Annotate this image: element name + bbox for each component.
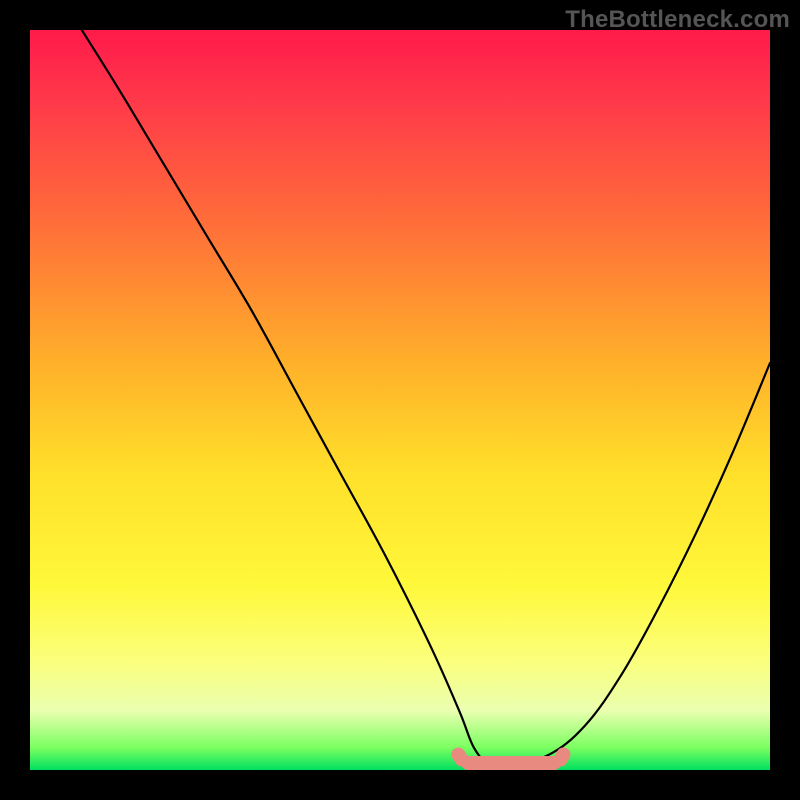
bottleneck-curve <box>30 30 770 770</box>
optimum-highlight-bar <box>461 756 561 770</box>
plot-area <box>30 30 770 770</box>
curve-path <box>82 30 770 764</box>
chart-frame: TheBottleneck.com <box>0 0 800 800</box>
